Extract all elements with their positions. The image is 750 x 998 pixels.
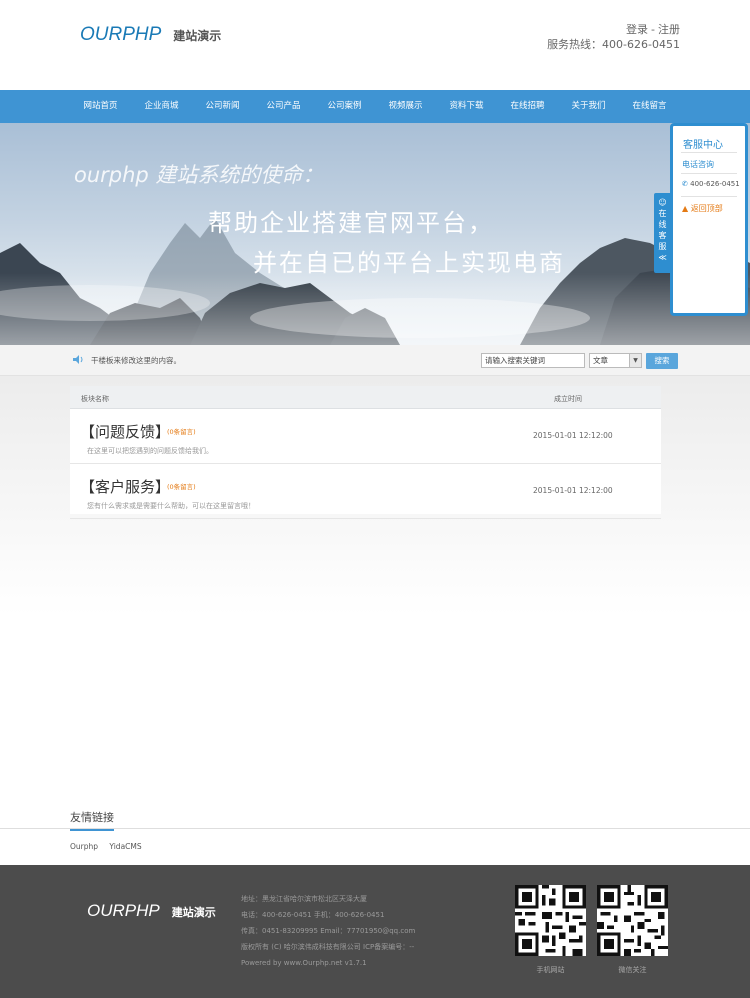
nav-item-videos[interactable]: 视频展示 xyxy=(375,90,436,123)
table-row: 【客户服务】 (0条留言) 您有什么需求或是需要什么帮助，可以在这里留言哦！ 2… xyxy=(70,464,661,519)
online-service-tab[interactable]: ☺ 在 线 客 服 ≪ xyxy=(654,193,671,273)
service-tab-char: 线 xyxy=(658,220,667,229)
column-header-time: 成立时间 xyxy=(554,395,582,403)
friend-links-list: Ourphp YidaCMS xyxy=(70,842,151,851)
nav-item-jobs[interactable]: 在线招聘 xyxy=(497,90,558,123)
nav-item-shop[interactable]: 企业商城 xyxy=(131,90,192,123)
service-hotline: 服务热线：400-626-0451 xyxy=(547,38,680,51)
search-input[interactable]: 请输入搜索关键词 xyxy=(481,353,585,368)
friend-link[interactable]: Ourphp xyxy=(70,842,98,851)
search-type-select[interactable]: 文章 ▼ xyxy=(589,353,642,368)
site-logo[interactable]: OURPHP 建站演示 xyxy=(80,24,221,46)
nav-item-about[interactable]: 关于我们 xyxy=(558,90,619,123)
back-to-top-button[interactable]: ▲ 返回顶部 xyxy=(682,203,723,214)
service-tab-char: 在 xyxy=(658,209,667,218)
divider xyxy=(681,173,737,174)
guestbook-board-table: 板块名称 成立时间 【问题反馈】 (0条留言) 在这里可以把您遇到的问题反馈给我… xyxy=(70,386,661,519)
arrow-up-icon: ▲ xyxy=(682,204,689,213)
speaker-icon xyxy=(73,355,83,364)
phone-consult-link[interactable]: 电话咨询 xyxy=(682,159,714,170)
login-separator: - xyxy=(651,23,655,36)
footer-fax-email: 传真：0451-83209995 Email：77701950@qq.com xyxy=(241,927,416,935)
service-tab-char: 客 xyxy=(658,231,667,240)
banner-slogan-line2: 并在自已的平台上实现电商 xyxy=(253,249,565,277)
board-description: 您有什么需求或是需要什么帮助，可以在这里留言哦！ xyxy=(87,502,255,510)
footer-phone: 电话：400-626-0451 手机：400-626-0451 xyxy=(241,911,385,919)
search-button[interactable]: 搜索 xyxy=(646,353,678,369)
board-created-time: 2015-01-01 12:12:00 xyxy=(533,486,613,495)
collapse-icon: ≪ xyxy=(658,253,667,262)
mobile-site-qr-code xyxy=(515,885,586,956)
divider xyxy=(681,196,737,197)
board-name-link[interactable]: 【客户服务】 xyxy=(80,476,170,497)
phone-icon: ✆ xyxy=(682,180,688,188)
header-user-area: 登录 - 注册 服务热线：400-626-0451 xyxy=(547,22,680,52)
notice-text: 干楼板来修改这里的内容。 xyxy=(91,356,181,365)
nav-item-news[interactable]: 公司新闻 xyxy=(192,90,253,123)
footer-logo-subtitle: 建站演示 xyxy=(171,906,216,919)
qr-label-mobile: 手机网站 xyxy=(536,966,565,974)
footer-powered-by[interactable]: Powered by www.Ourphp.net v1.7.1 xyxy=(241,955,415,971)
register-link[interactable]: 注册 xyxy=(658,23,680,36)
table-row: 【问题反馈】 (0条留言) 在这里可以把您遇到的问题反馈给我们。 2015-01… xyxy=(70,409,661,464)
footer: OURPHP 建站演示 地址：黑龙江省哈尔滨市松北区天泽大厦 电话：400-62… xyxy=(0,865,750,998)
chevron-down-icon: ▼ xyxy=(629,354,641,367)
nav-item-products[interactable]: 公司产品 xyxy=(253,90,314,123)
logo-text: OURPHP xyxy=(80,24,162,45)
footer-logo: OURPHP 建站演示 xyxy=(87,901,216,921)
qr-label-wechat: 微信关注 xyxy=(618,966,647,974)
service-phone: ✆ 400-626-0451 xyxy=(682,180,740,188)
footer-logo-text: OURPHP xyxy=(87,901,160,920)
hero-banner[interactable]: ourphp 建站系统的使命： 帮助企业搭建官网平台， 并在自已的平台上实现电商 xyxy=(0,123,750,345)
nav-item-cases[interactable]: 公司案例 xyxy=(314,90,375,123)
footer-info: 地址：黑龙江省哈尔滨市松北区天泽大厦 电话：400-626-0451 手机：40… xyxy=(241,891,415,971)
search-type-value: 文章 xyxy=(593,356,608,365)
message-count: (0条留言) xyxy=(167,428,196,436)
footer-address: 地址：黑龙江省哈尔滨市松北区天泽大厦 xyxy=(241,895,367,903)
header: OURPHP 建站演示 登录 - 注册 服务热线：400-626-0451 xyxy=(0,0,750,90)
message-count: (0条留言) xyxy=(167,483,196,491)
main-nav: 网站首页 企业商城 公司新闻 公司产品 公司案例 视频展示 资料下载 在线招聘 … xyxy=(0,90,750,123)
board-created-time: 2015-01-01 12:12:00 xyxy=(533,431,613,440)
footer-copyright: 版权所有 (C) 哈尔滨伟成科技有限公司 ICP备案编号：-- xyxy=(241,943,415,951)
friend-link[interactable]: YidaCMS xyxy=(109,842,141,851)
notice-bar: 干楼板来修改这里的内容。 请输入搜索关键词 文章 ▼ 搜索 xyxy=(0,345,750,376)
back-to-top-label: 返回顶部 xyxy=(690,204,723,213)
service-tab-char: 服 xyxy=(658,242,667,251)
banner-slogan-line1: 帮助企业搭建官网平台， xyxy=(208,209,494,237)
logo-subtitle: 建站演示 xyxy=(173,29,222,43)
divider xyxy=(681,152,737,153)
service-panel: 客服中心 电话咨询 ✆ 400-626-0451 ▲ 返回顶部 xyxy=(670,123,748,316)
nav-item-guestbook[interactable]: 在线留言 xyxy=(619,90,680,123)
board-description: 在这里可以把您遇到的问题反馈给我们。 xyxy=(87,447,213,455)
divider xyxy=(0,828,750,829)
nav-item-home[interactable]: 网站首页 xyxy=(70,90,131,123)
wechat-qr-code xyxy=(597,885,668,956)
board-name-link[interactable]: 【问题反馈】 xyxy=(80,421,170,442)
service-panel-title: 客服中心 xyxy=(683,140,723,151)
column-header-name: 板块名称 xyxy=(81,395,109,403)
banner-title: ourphp 建站系统的使命： xyxy=(74,163,324,187)
table-header: 板块名称 成立时间 xyxy=(70,386,661,409)
friend-links-section: 友情链接 Ourphp YidaCMS xyxy=(0,806,750,865)
login-link[interactable]: 登录 xyxy=(626,23,648,36)
service-phone-number: 400-626-0451 xyxy=(690,180,740,188)
nav-item-downloads[interactable]: 资料下载 xyxy=(436,90,497,123)
service-user-icon: ☺ xyxy=(658,198,667,207)
